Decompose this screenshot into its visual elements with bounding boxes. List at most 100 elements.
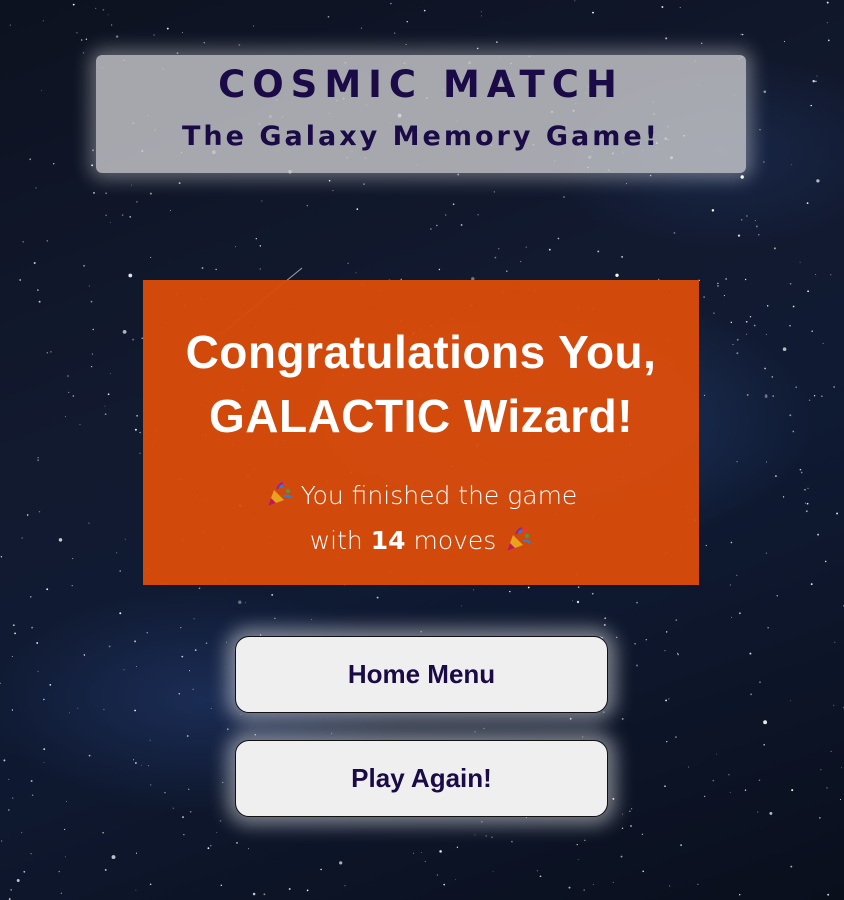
win-heading-line2: GALACTIC Wizard! bbox=[208, 390, 634, 442]
star bbox=[166, 27, 169, 30]
star bbox=[584, 839, 586, 841]
star bbox=[259, 268, 261, 270]
star bbox=[716, 753, 718, 755]
star bbox=[331, 732, 333, 734]
star bbox=[740, 33, 743, 36]
star bbox=[687, 766, 690, 768]
star bbox=[525, 246, 527, 248]
game-subtitle: The Galaxy Memory Game! bbox=[182, 121, 660, 152]
star bbox=[557, 237, 560, 240]
star bbox=[807, 487, 809, 489]
star bbox=[91, 164, 93, 167]
home-menu-button[interactable]: Home Menu bbox=[235, 636, 608, 713]
star bbox=[31, 794, 34, 797]
star bbox=[132, 338, 135, 341]
star bbox=[763, 720, 768, 725]
star bbox=[461, 605, 462, 607]
star bbox=[800, 471, 803, 474]
star bbox=[76, 32, 78, 34]
star bbox=[344, 885, 346, 887]
win-modal: Congratulations You, GALACTIC Wizard! Yo… bbox=[143, 280, 699, 585]
star bbox=[215, 268, 217, 271]
star bbox=[697, 883, 699, 885]
star bbox=[774, 475, 777, 478]
star bbox=[82, 52, 85, 54]
star bbox=[577, 859, 579, 860]
party-popper-icon bbox=[267, 482, 292, 506]
star bbox=[92, 328, 94, 331]
star bbox=[68, 391, 70, 393]
star bbox=[583, 889, 585, 891]
star bbox=[129, 216, 131, 218]
star bbox=[642, 870, 645, 873]
star bbox=[108, 645, 111, 648]
star bbox=[105, 214, 107, 216]
star bbox=[836, 512, 839, 515]
star bbox=[226, 728, 229, 731]
star bbox=[766, 461, 768, 463]
star bbox=[577, 586, 580, 588]
star bbox=[626, 183, 628, 185]
star bbox=[582, 736, 584, 738]
star bbox=[765, 333, 767, 335]
star bbox=[134, 428, 137, 431]
star bbox=[509, 590, 511, 593]
star bbox=[615, 273, 619, 277]
star bbox=[717, 285, 719, 287]
star bbox=[91, 353, 93, 355]
star bbox=[703, 296, 705, 298]
star bbox=[194, 649, 197, 651]
star bbox=[669, 885, 671, 887]
star bbox=[791, 164, 793, 166]
star bbox=[808, 399, 811, 402]
star bbox=[821, 395, 823, 397]
star bbox=[122, 330, 127, 334]
star bbox=[817, 533, 820, 536]
star bbox=[783, 41, 786, 43]
star bbox=[664, 650, 666, 652]
star bbox=[712, 779, 715, 782]
star bbox=[740, 175, 744, 179]
star bbox=[90, 365, 93, 368]
star bbox=[328, 179, 331, 182]
star bbox=[150, 256, 152, 258]
star bbox=[88, 754, 91, 757]
star bbox=[29, 158, 32, 161]
star bbox=[311, 618, 313, 620]
play-again-button[interactable]: Play Again! bbox=[235, 740, 608, 817]
star bbox=[477, 214, 479, 216]
star bbox=[615, 636, 618, 639]
star bbox=[104, 405, 106, 407]
star bbox=[497, 247, 500, 250]
star bbox=[576, 600, 580, 604]
star bbox=[356, 208, 359, 210]
star bbox=[764, 367, 766, 370]
star bbox=[135, 762, 137, 764]
star bbox=[822, 342, 824, 344]
star bbox=[247, 848, 249, 850]
star bbox=[135, 852, 138, 854]
star bbox=[210, 708, 212, 709]
star bbox=[107, 14, 109, 16]
star bbox=[481, 821, 483, 823]
star bbox=[347, 262, 349, 264]
star bbox=[749, 316, 752, 318]
star bbox=[203, 42, 205, 44]
star bbox=[457, 173, 460, 176]
star bbox=[805, 510, 808, 513]
star bbox=[591, 592, 594, 595]
star bbox=[119, 570, 121, 572]
star bbox=[135, 665, 137, 667]
star bbox=[178, 693, 181, 695]
star bbox=[732, 343, 734, 346]
star bbox=[804, 502, 806, 504]
star bbox=[0, 556, 3, 558]
title-banner: COSMIC MATCH The Galaxy Memory Game! bbox=[96, 55, 746, 173]
star bbox=[77, 707, 79, 709]
star bbox=[819, 817, 821, 819]
star bbox=[405, 43, 407, 46]
star bbox=[0, 682, 1, 684]
star bbox=[473, 589, 475, 591]
star bbox=[773, 247, 776, 250]
star bbox=[43, 698, 45, 701]
